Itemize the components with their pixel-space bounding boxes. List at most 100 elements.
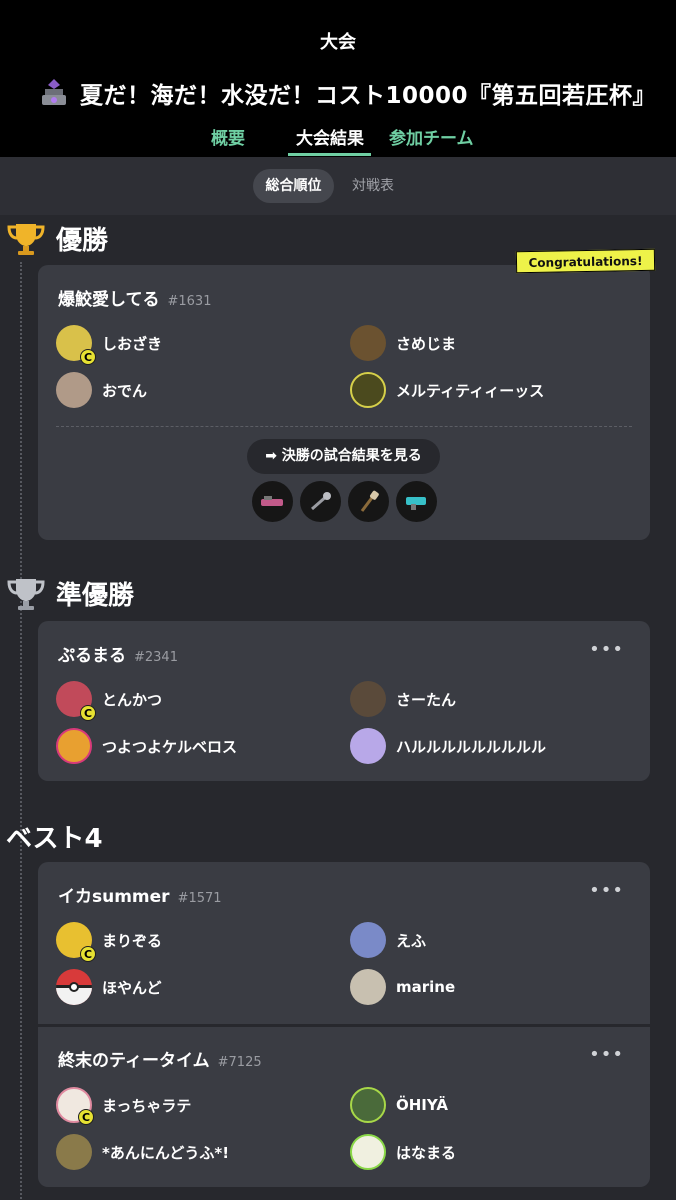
avatar [350, 681, 386, 717]
captain-badge: C [78, 1109, 94, 1125]
subtab-overall-ranking[interactable]: 総合順位 [253, 169, 334, 203]
avatar [56, 728, 92, 764]
weapon-list [252, 481, 437, 522]
team-id: #1571 [177, 891, 222, 906]
member-item[interactable]: さめじま [350, 325, 456, 361]
tab-teams[interactable]: 参加チーム [389, 124, 474, 149]
team-id: #2341 [134, 650, 178, 665]
captain-badge: C [80, 946, 96, 962]
member-item[interactable]: つよつよケルベロス [56, 728, 237, 764]
avatar [350, 969, 386, 1005]
section-runner-up-title: 準優勝 [6, 575, 134, 612]
more-options-button[interactable]: ••• [589, 1044, 624, 1065]
member-item[interactable]: marine [350, 969, 455, 1005]
avatar: C [56, 681, 96, 721]
member-item[interactable]: C まりぞる [56, 922, 163, 962]
member-item[interactable]: ほやんど [56, 969, 162, 1005]
team-header: イカsummer #1571 [58, 882, 222, 907]
team-name[interactable]: ぷるまる [58, 641, 126, 666]
team-name[interactable]: 終末のティータイム [58, 1046, 210, 1071]
member-item[interactable]: おでん [56, 372, 147, 408]
team-divider [38, 1024, 650, 1027]
team-name[interactable]: イカsummer [58, 882, 170, 907]
tab-results[interactable]: 大会結果 [296, 124, 364, 149]
app-header: 大会 夏だ！海だ！水没だ！コスト10000『第五回若圧杯』 概要 大会結果 参加… [0, 0, 676, 157]
captain-badge: C [80, 705, 96, 721]
avatar [350, 922, 386, 958]
member-item[interactable]: えふ [350, 922, 426, 958]
subtab-bracket[interactable]: 対戦表 [338, 169, 408, 203]
weapon-4-icon [396, 481, 437, 522]
avatar: C [56, 325, 96, 365]
section-winner-title: 優勝 [6, 220, 108, 257]
active-tab-indicator [288, 153, 371, 156]
view-final-results-button[interactable]: ➡ 決勝の試合結果を見る [247, 439, 440, 474]
avatar [350, 372, 386, 408]
captain-badge: C [80, 349, 96, 365]
member-name: さめじま [396, 334, 457, 353]
pokeball-avatar [56, 969, 92, 1005]
member-name: ÖHIYÄ [396, 1096, 448, 1114]
team-header: 終末のティータイム #7125 [58, 1046, 262, 1071]
member-item[interactable]: C とんかつ [56, 681, 163, 721]
arrow-right-icon: ➡ [265, 448, 282, 464]
weapon-2-icon [300, 481, 341, 522]
member-item[interactable]: ハルルルルルルルルル [350, 728, 546, 764]
member-name: *あんにんどうふ*! [102, 1143, 230, 1162]
winner-team-card: 爆鮫愛してる #1631 C しおざき さめじま おでん メルティティィーッス … [38, 265, 650, 540]
runner-up-team-card: ぷるまる #2341 ••• C とんかつ さーたん つよつよケルベロス ハルル… [38, 621, 650, 781]
avatar: C [56, 922, 96, 962]
more-options-button[interactable]: ••• [589, 880, 624, 901]
avatar [350, 1134, 386, 1170]
member-name: しおざき [102, 334, 163, 353]
member-item[interactable]: *あんにんどうふ*! [56, 1134, 229, 1170]
gold-trophy-icon [7, 223, 45, 255]
divider [56, 426, 632, 427]
results-subtabs: 総合順位 対戦表 [0, 157, 676, 215]
member-name: ハルルルルルルルルル [396, 737, 547, 756]
member-name: ほやんど [102, 978, 162, 997]
avatar: C [56, 1087, 94, 1125]
team-header: ぷるまる #2341 [58, 641, 178, 666]
final-button-label: 決勝の試合結果を見る [281, 448, 422, 464]
member-item[interactable]: ÖHIYÄ [350, 1087, 448, 1123]
team-id: #1631 [167, 294, 212, 309]
member-name: メルティティィーッス [396, 381, 545, 400]
tab-overview[interactable]: 概要 [211, 124, 245, 149]
team-name[interactable]: 爆鮫愛してる [58, 285, 160, 310]
avatar [350, 1087, 386, 1123]
tournament-name: 夏だ！海だ！水没だ！コスト10000『第五回若圧杯』 [80, 83, 657, 109]
trophy-box-icon [42, 79, 66, 105]
member-name: とんかつ [102, 690, 163, 709]
member-item[interactable]: はなまる [350, 1134, 456, 1170]
member-name: まりぞる [102, 931, 163, 950]
more-options-button[interactable]: ••• [589, 639, 624, 660]
weapon-3-icon [348, 481, 389, 522]
congratulations-ribbon: Congratulations! [515, 248, 656, 274]
section-runner-up-label: 準優勝 [56, 581, 135, 611]
avatar [56, 372, 92, 408]
weapon-1-icon [252, 481, 293, 522]
team-header: 爆鮫愛してる #1631 [58, 285, 211, 310]
section-best4-label: ベスト4 [6, 824, 103, 854]
member-item[interactable]: メルティティィーッス [350, 372, 544, 408]
best4-teams-card: イカsummer #1571 ••• C まりぞる えふ ほやんど marine… [38, 862, 650, 1187]
avatar [56, 1134, 92, 1170]
member-name: つよつよケルベロス [102, 737, 238, 756]
member-item[interactable]: C しおざき [56, 325, 163, 365]
section-winner-label: 優勝 [56, 226, 109, 256]
tournament-title: 夏だ！海だ！水没だ！コスト10000『第五回若圧杯』 [38, 76, 656, 110]
main-tabs: 概要 大会結果 参加チーム [0, 124, 676, 157]
member-name: おでん [102, 381, 148, 400]
section-best4-title: ベスト4 [6, 818, 103, 855]
timeline-line [20, 262, 22, 1200]
member-item[interactable]: さーたん [350, 681, 456, 717]
avatar [350, 325, 386, 361]
avatar [350, 728, 386, 764]
team-id: #7125 [217, 1055, 262, 1070]
member-item[interactable]: C まっちゃラテ [56, 1087, 191, 1125]
page-title: 大会 [320, 32, 356, 53]
member-name: さーたん [396, 690, 457, 709]
member-name: marine [396, 978, 456, 996]
member-name: はなまる [396, 1143, 457, 1162]
